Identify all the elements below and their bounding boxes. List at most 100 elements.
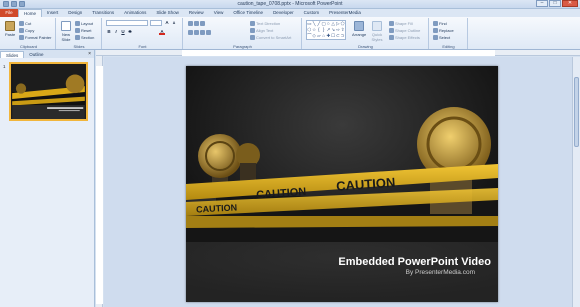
font-color-icon[interactable]: A <box>159 29 165 35</box>
smartart-icon <box>250 34 255 40</box>
strikethrough-button[interactable]: S <box>127 29 133 35</box>
align-text-button[interactable]: Align Text <box>250 27 273 33</box>
tab-presentermedia[interactable]: PresenterMedia <box>324 9 366 17</box>
text-direction-button[interactable]: Text Direction <box>250 20 280 26</box>
tab-developer[interactable]: Developer <box>268 9 299 17</box>
bullets-button[interactable] <box>188 20 205 26</box>
slide-subtitle[interactable]: By PresenterMedia.com <box>326 269 475 276</box>
tab-outline[interactable]: Outline <box>24 51 48 58</box>
slides-panel: Slides Outline × 1 <box>0 50 95 307</box>
shrink-font-icon[interactable]: A <box>171 20 177 26</box>
font-name-combo[interactable] <box>106 20 148 26</box>
tab-view[interactable]: View <box>209 9 229 17</box>
align-right-icon <box>200 29 205 35</box>
ribbon-tabs: File Home Insert Design Transitions Anim… <box>0 9 580 17</box>
vertical-scrollbar[interactable] <box>572 57 580 307</box>
tab-slide-show[interactable]: Slide Show <box>151 9 184 17</box>
minimize-button[interactable]: – <box>536 0 548 7</box>
new-slide-button[interactable]: New Slide <box>59 19 73 42</box>
arrange-icon <box>354 21 364 31</box>
tab-transitions[interactable]: Transitions <box>87 9 119 17</box>
replace-icon <box>433 27 438 33</box>
tab-design[interactable]: Design <box>63 9 87 17</box>
tab-office-timeline[interactable]: Office Timeline <box>228 9 268 17</box>
bold-button[interactable]: B <box>106 29 112 35</box>
shape-fill-button[interactable]: Shape Fill <box>389 20 413 26</box>
select-button[interactable]: Select <box>433 34 450 40</box>
paragraph-group: Text Direction Align Text Convert to Sma… <box>184 18 302 49</box>
tab-file[interactable]: File <box>0 9 18 17</box>
section-button[interactable]: Section <box>75 34 94 40</box>
window-title: caution_tape_0708.pptx - Microsoft Power… <box>237 1 343 7</box>
tab-review[interactable]: Review <box>184 9 209 17</box>
tab-slides[interactable]: Slides <box>0 51 25 58</box>
align-buttons[interactable] <box>188 29 211 35</box>
quick-styles-icon <box>372 21 382 31</box>
quick-styles-button[interactable]: Quick Styles <box>369 19 385 42</box>
shape-effects-button[interactable]: Shape Effects <box>389 34 420 40</box>
text-direction-icon <box>250 20 255 26</box>
reset-button[interactable]: Reset <box>75 27 91 33</box>
paragraph-label: Paragraph <box>233 44 252 49</box>
layout-icon <box>75 20 80 26</box>
underline-button[interactable]: U <box>120 29 126 35</box>
panel-tabs: Slides Outline × <box>0 50 94 58</box>
reset-icon <box>75 27 80 33</box>
layout-button[interactable]: Layout <box>75 20 93 26</box>
binoculars-icon <box>433 20 438 26</box>
ribbon: Paste Cut Copy Format Painter Clipboard … <box>0 17 580 50</box>
font-group: A A B I U S A Font <box>103 18 183 49</box>
bullets-icon <box>188 20 193 26</box>
close-button[interactable]: ✕ <box>562 0 578 7</box>
effects-icon <box>389 34 394 40</box>
convert-smartart-button[interactable]: Convert to SmartArt <box>250 34 291 40</box>
maximize-button[interactable]: □ <box>549 0 561 7</box>
paint-bucket-icon <box>389 20 394 26</box>
cut-button[interactable]: Cut <box>19 20 31 26</box>
powerpoint-window: caution_tape_0708.pptx - Microsoft Power… <box>0 0 580 307</box>
clipboard-label: Clipboard <box>19 44 38 49</box>
paste-icon <box>5 21 15 31</box>
drawing-label: Drawing <box>358 44 373 49</box>
font-size-combo[interactable] <box>150 20 162 26</box>
copy-button[interactable]: Copy <box>19 27 34 33</box>
find-button[interactable]: Find <box>433 20 447 26</box>
slide-title[interactable]: Embedded PowerPoint Video <box>326 256 491 268</box>
title-bar: caution_tape_0708.pptx - Microsoft Power… <box>0 0 580 9</box>
cursor-icon <box>433 34 438 40</box>
numbering-icon <box>194 20 199 26</box>
shape-outline-button[interactable]: Shape Outline <box>389 27 420 33</box>
drawing-group: ▭ ╲ ╱ ▢ ○ △ ▷ ⬠ ⬡ ☆{} ↗ ↘ ⇨ ⇧ ⌒ ◇ ▱ ⌂ ✚ ☐ ⊂ ⊃ Arrange Quick… <box>303 18 429 49</box>
italic-button[interactable]: I <box>113 29 119 35</box>
horizontal-ruler <box>96 50 580 56</box>
new-slide-icon <box>61 21 71 31</box>
align-text-icon <box>250 27 255 33</box>
slide-thumbnail[interactable] <box>9 62 88 121</box>
editing-label: Editing <box>442 44 455 49</box>
scrollbar-thumb[interactable] <box>574 77 579 147</box>
section-icon <box>75 34 80 40</box>
copy-icon <box>19 27 24 33</box>
tab-insert[interactable]: Insert <box>42 9 63 17</box>
brush-icon <box>19 34 24 40</box>
slide-number: 1 <box>3 64 6 69</box>
panel-close-icon[interactable]: × <box>88 51 91 58</box>
arrange-button[interactable]: Arrange <box>351 19 367 39</box>
slides-group: New Slide Layout Reset Section Slides <box>57 18 102 49</box>
vertical-ruler <box>96 56 103 307</box>
indent-icon <box>200 20 205 26</box>
format-painter-button[interactable]: Format Painter <box>19 34 51 40</box>
grow-font-icon[interactable]: A <box>164 20 170 26</box>
replace-button[interactable]: Replace <box>433 27 454 33</box>
tab-home[interactable]: Home <box>18 9 43 17</box>
scissors-icon <box>19 20 24 26</box>
tab-animations[interactable]: Animations <box>119 9 151 17</box>
tab-custom[interactable]: Custom <box>299 9 325 17</box>
shapes-gallery[interactable]: ▭ ╲ ╱ ▢ ○ △ ▷ ⬠ ⬡ ☆{} ↗ ↘ ⇨ ⇧ ⌒ ◇ ▱ ⌂ ✚ ☐ ⊂ ⊃ <box>306 20 346 40</box>
paste-button[interactable]: Paste <box>4 19 16 39</box>
clipboard-group: Paste Cut Copy Format Painter Clipboard <box>2 18 56 49</box>
slide-canvas[interactable]: CAUTION CAUTION CAUTION Embedded PowerPo… <box>186 66 498 302</box>
align-left-icon <box>188 29 193 35</box>
editing-group: Find Replace Select Editing <box>430 18 468 49</box>
window-controls: – □ ✕ <box>536 0 578 7</box>
